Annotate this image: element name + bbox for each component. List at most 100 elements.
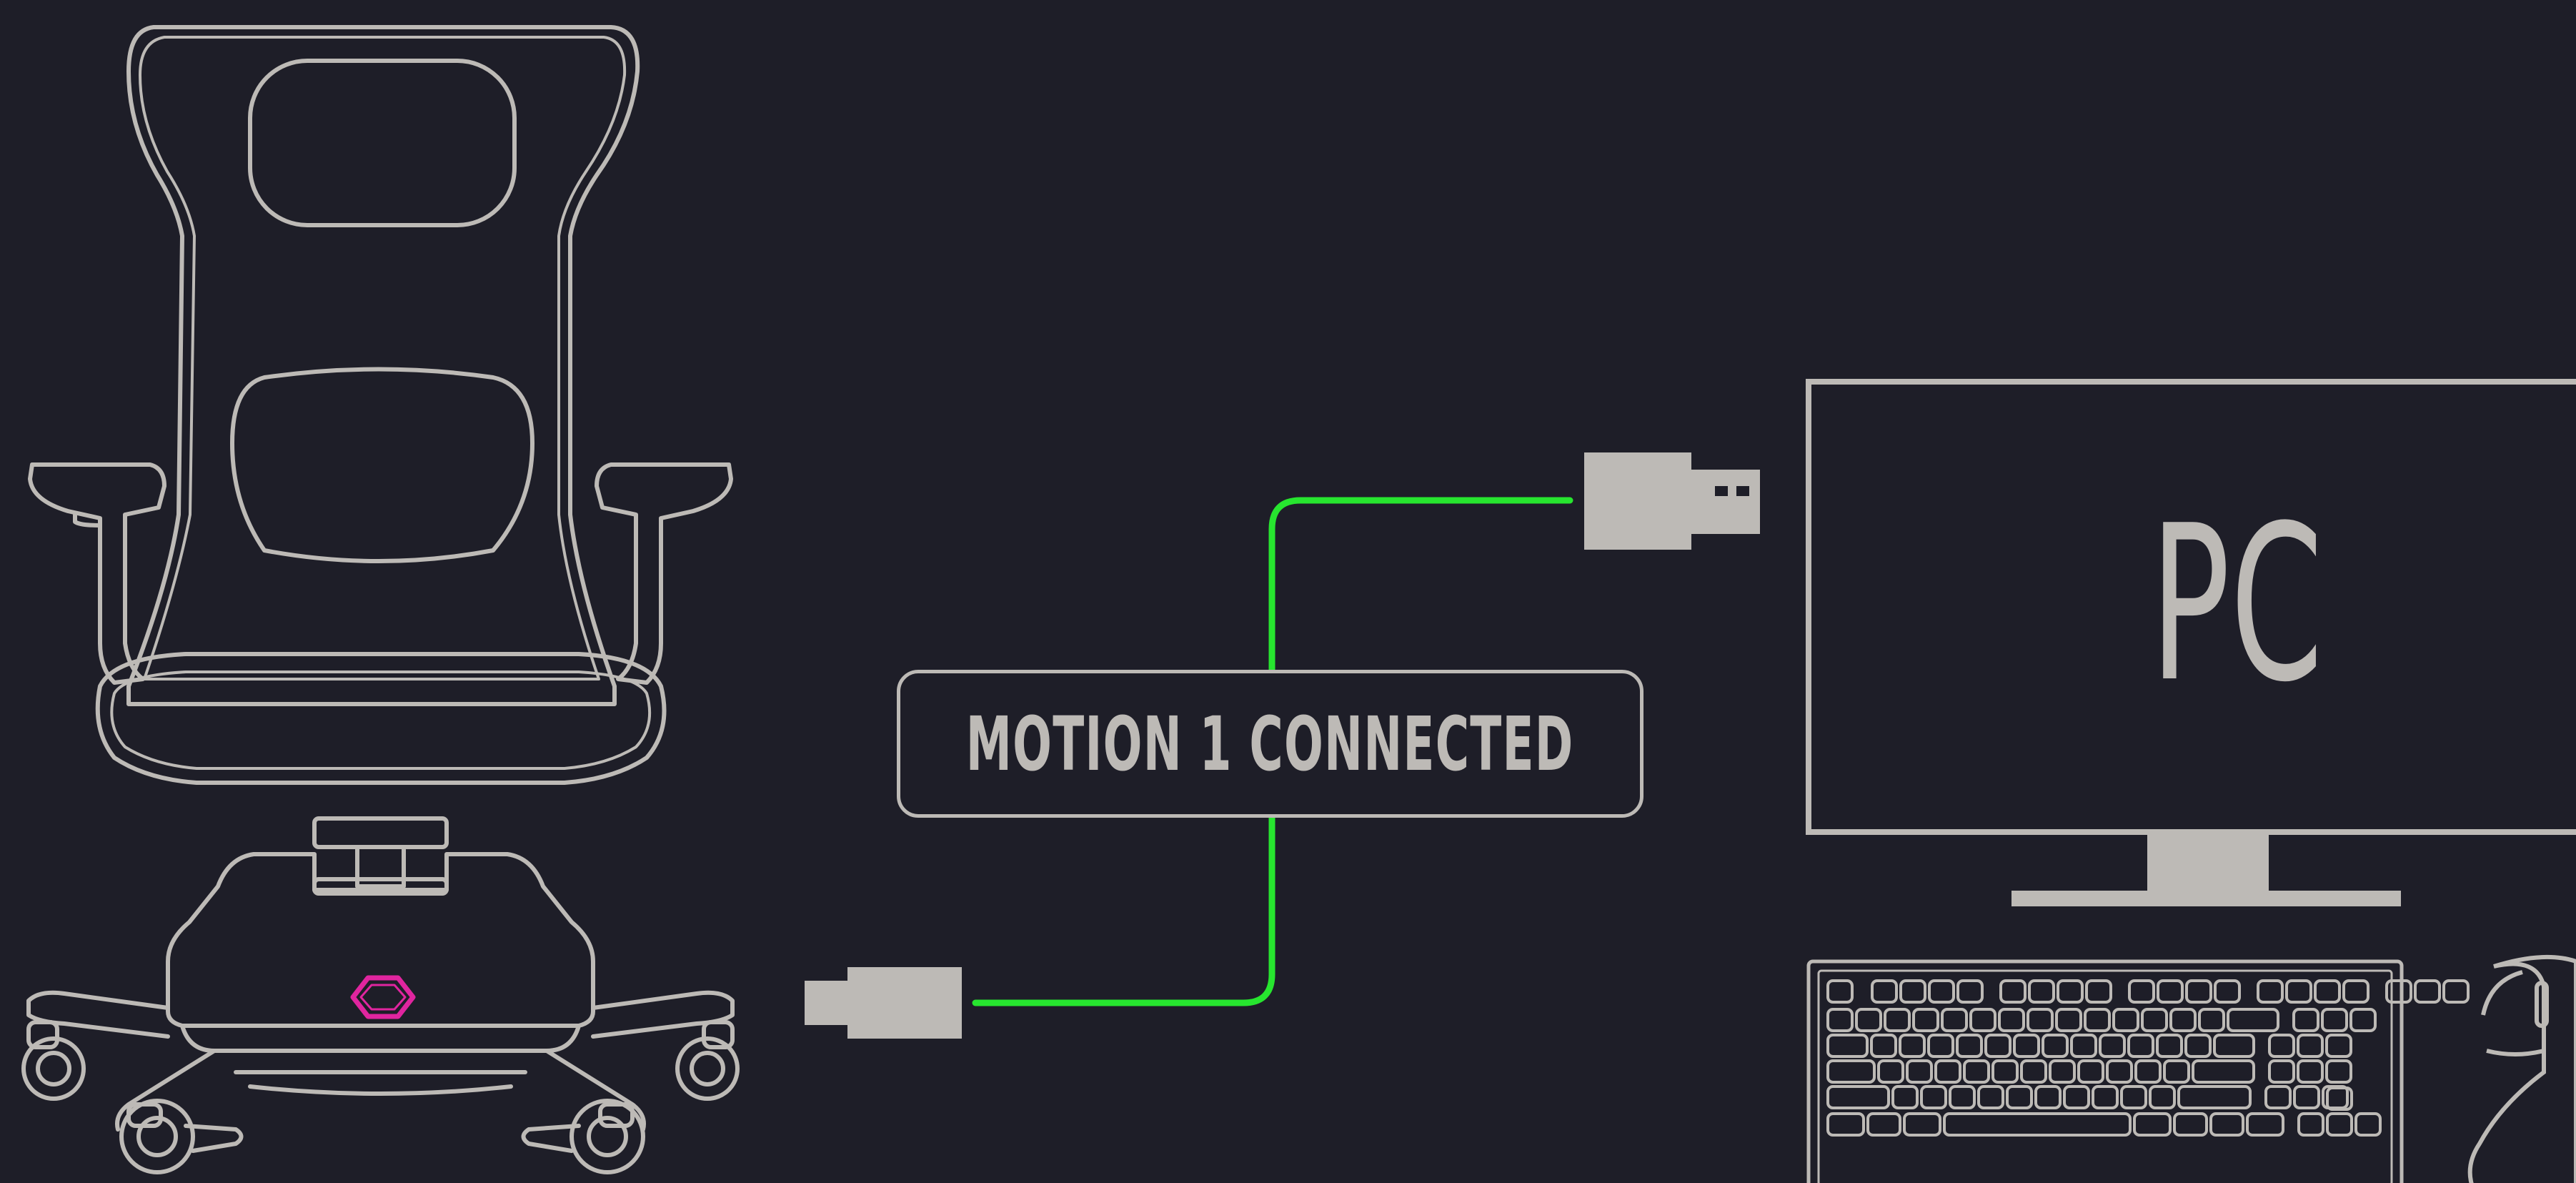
- keycap: [1903, 1112, 1941, 1137]
- connection-status-badge: MOTION 1 CONNECTED: [897, 670, 1643, 818]
- keycap: [1977, 1085, 2004, 1109]
- keycap: [2141, 1008, 2168, 1032]
- keycap: [2293, 1085, 2320, 1109]
- keycap: [2184, 1034, 2212, 1058]
- keycap: [1826, 1034, 1869, 1058]
- keycap: [1969, 1008, 1996, 1032]
- keycap: [1870, 1034, 1897, 1058]
- keycap: [2354, 1112, 2382, 1137]
- keycap: [2214, 979, 2241, 1004]
- keycap: [2149, 1085, 2176, 1109]
- keycap: [2027, 1008, 2054, 1032]
- keycap: [2185, 979, 2212, 1004]
- keycap: [1927, 1034, 1954, 1058]
- keycap: [2070, 1034, 2097, 1058]
- keycap: [1906, 1059, 1933, 1084]
- keycap: [2442, 979, 2470, 1004]
- keycap: [2192, 1059, 2255, 1084]
- keycap: [1826, 979, 1854, 1004]
- keycap: [1912, 1008, 1939, 1032]
- keycap: [1826, 1059, 1876, 1084]
- keycap: [2326, 1112, 2353, 1137]
- keycap: [2246, 1112, 2284, 1137]
- keycap: [2120, 1085, 2147, 1109]
- keycap: [1943, 1112, 2132, 1137]
- keycap: [2156, 1034, 2183, 1058]
- keycap: [2157, 979, 2184, 1004]
- keycap: [1899, 1034, 1926, 1058]
- keycap: [2084, 1008, 2111, 1032]
- keycap: [2173, 1112, 2208, 1137]
- keycap: [2106, 1059, 2133, 1084]
- keycap: [2133, 1112, 2172, 1137]
- keycap: [1941, 1008, 1968, 1032]
- keycap: [2264, 1085, 2292, 1109]
- keycap: [2013, 1034, 2040, 1058]
- keycap: [1949, 1085, 1976, 1109]
- gaming-chair-icon: [21, 25, 740, 1174]
- keycap: [2342, 979, 2369, 1004]
- keycap: [2268, 1034, 2295, 1058]
- keycap: [1855, 1008, 1882, 1032]
- keycap: [2042, 1034, 2069, 1058]
- keycap: [1920, 1085, 1947, 1109]
- keycap: [2085, 979, 2112, 1004]
- monitor-label: PC: [2149, 479, 2324, 729]
- keycap: [1956, 979, 1984, 1004]
- keycap: [1956, 1034, 1983, 1058]
- keycap: [2325, 1034, 2352, 1058]
- keycap: [2006, 1085, 2033, 1109]
- keycap: [2292, 1008, 2319, 1032]
- keycap: [2112, 1008, 2139, 1032]
- keycap: [2099, 1034, 2126, 1058]
- keycap: [2057, 979, 2084, 1004]
- keycap: [1934, 1059, 1961, 1084]
- keycap: [1963, 1059, 1990, 1084]
- keycap: [2385, 979, 2412, 1004]
- keycap: [2128, 979, 2155, 1004]
- keycap: [1866, 1112, 1901, 1137]
- keycap: [1991, 1059, 2019, 1084]
- keycap: [1826, 1112, 1865, 1137]
- keycap: [2268, 1059, 2295, 1084]
- keycap: [2092, 1085, 2119, 1109]
- keycap: [2163, 1059, 2190, 1084]
- keycap: [2285, 979, 2312, 1004]
- keycap: [2134, 1059, 2162, 1084]
- keycap: [1998, 1008, 2025, 1032]
- keycap: [2227, 1008, 2279, 1032]
- connection-status-label: MOTION 1 CONNECTED: [966, 700, 1574, 788]
- usb-plug-icon: [805, 967, 962, 1039]
- keycap: [1891, 1085, 1919, 1109]
- keycap: [2127, 1034, 2154, 1058]
- keycap: [1899, 979, 1926, 1004]
- connection-diagram: MOTION 1 CONNECTED PC: [0, 0, 2576, 1183]
- keycap: [2314, 979, 2341, 1004]
- keycap: [2177, 1085, 2252, 1109]
- keycap: [2020, 1059, 2047, 1084]
- keycap: [1984, 1034, 2011, 1058]
- keycap: [1871, 979, 1898, 1004]
- keycap: [2297, 1059, 2324, 1084]
- keycap: [2077, 1059, 2104, 1084]
- keycap: [2169, 1008, 2197, 1032]
- keycap: [2213, 1034, 2255, 1058]
- keycap: [1884, 1008, 1911, 1032]
- keycap: [2028, 979, 2055, 1004]
- usb-plug-icon: [1584, 452, 1760, 550]
- keycap: [2257, 979, 2284, 1004]
- keycap: [2055, 1008, 2082, 1032]
- keycap: [2325, 1059, 2352, 1084]
- mouse-icon: [2467, 954, 2576, 1183]
- keycap: [2209, 1112, 2244, 1137]
- keycap: [2198, 1008, 2225, 1032]
- keycap: [2034, 1085, 2062, 1109]
- keycap: [2414, 979, 2441, 1004]
- keycap: [1877, 1059, 1904, 1084]
- keycap: [1999, 979, 2027, 1004]
- keycap: [1826, 1008, 1854, 1032]
- keycap: [2297, 1112, 2324, 1137]
- keycap: [1928, 979, 1955, 1004]
- keycap: [2297, 1034, 2324, 1058]
- keycap: [2063, 1085, 2090, 1109]
